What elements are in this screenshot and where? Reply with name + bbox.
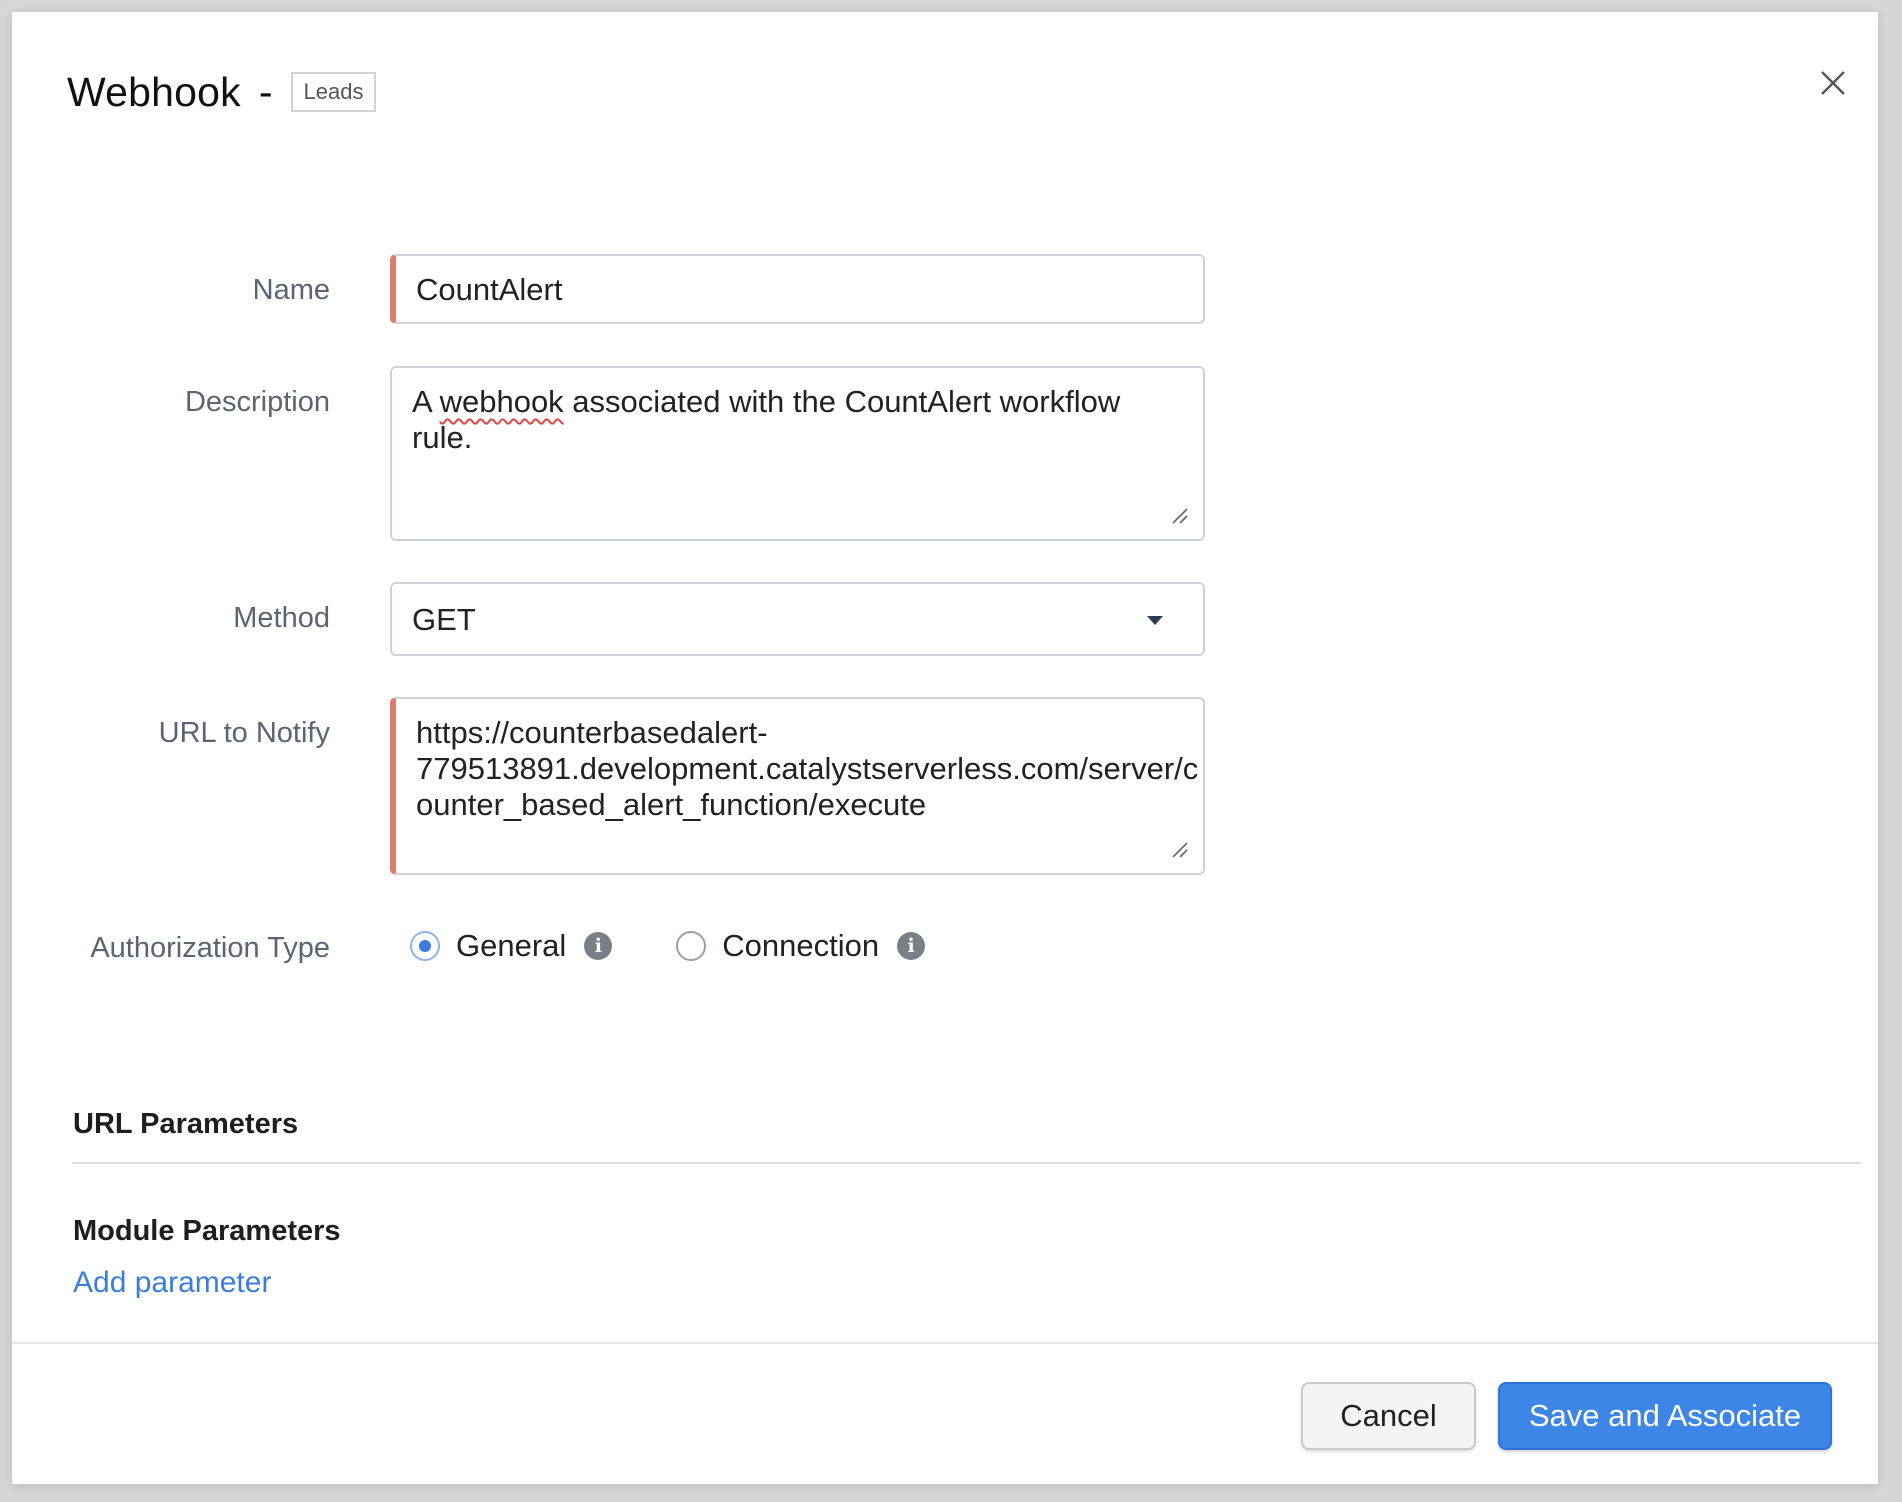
authorization-label: Authorization Type xyxy=(90,932,330,964)
name-label: Name xyxy=(252,274,330,306)
cancel-button[interactable]: Cancel xyxy=(1301,1382,1476,1450)
name-value: CountAlert xyxy=(416,272,563,307)
resize-grip-icon[interactable] xyxy=(1171,507,1189,525)
module-badge: Leads xyxy=(290,72,377,112)
close-button[interactable] xyxy=(1810,60,1856,106)
radio-general-button[interactable] xyxy=(410,931,440,961)
method-label: Method xyxy=(233,602,330,634)
chevron-down-icon xyxy=(1147,616,1163,625)
url-value: https://counterbasedalert- 779513891.dev… xyxy=(416,715,1199,822)
url-parameters-heading: URL Parameters xyxy=(73,1108,299,1140)
description-textarea[interactable]: A webhook associated with the CountAlert… xyxy=(390,366,1205,541)
title-separator: - xyxy=(258,68,273,115)
webhook-dialog: Webhook - Leads Name CountAlert Descript… xyxy=(12,12,1878,1484)
authorization-radio-group: General i Connection i xyxy=(410,928,926,964)
radio-connection-label: Connection xyxy=(722,928,880,963)
url-label: URL to Notify xyxy=(158,717,330,749)
add-parameter-link[interactable]: Add parameter xyxy=(73,1266,271,1300)
section-divider xyxy=(72,1162,1861,1164)
info-icon[interactable]: i xyxy=(897,932,926,960)
method-select[interactable]: GET xyxy=(390,582,1205,656)
description-value: A webhook associated with the CountAlert… xyxy=(412,384,1121,455)
dialog-header: Webhook - Leads xyxy=(67,62,377,122)
radio-connection-button[interactable] xyxy=(676,931,707,961)
module-parameters-heading: Module Parameters xyxy=(73,1215,341,1247)
url-textarea[interactable]: https://counterbasedalert- 779513891.dev… xyxy=(390,697,1205,875)
dialog-title: Webhook xyxy=(67,68,241,115)
close-icon xyxy=(1821,71,1845,95)
resize-grip-icon[interactable] xyxy=(1171,841,1189,859)
name-input[interactable]: CountAlert xyxy=(390,254,1205,324)
save-and-associate-button[interactable]: Save and Associate xyxy=(1498,1382,1832,1450)
misspelled-word: webhook xyxy=(439,384,564,419)
radio-general-label: General xyxy=(456,928,567,963)
radio-general[interactable]: General i xyxy=(410,928,613,964)
description-label: Description xyxy=(184,386,330,418)
radio-connection[interactable]: Connection i xyxy=(676,928,926,964)
info-icon[interactable]: i xyxy=(584,932,613,960)
method-value: GET xyxy=(412,602,476,637)
footer-divider xyxy=(12,1342,1878,1344)
